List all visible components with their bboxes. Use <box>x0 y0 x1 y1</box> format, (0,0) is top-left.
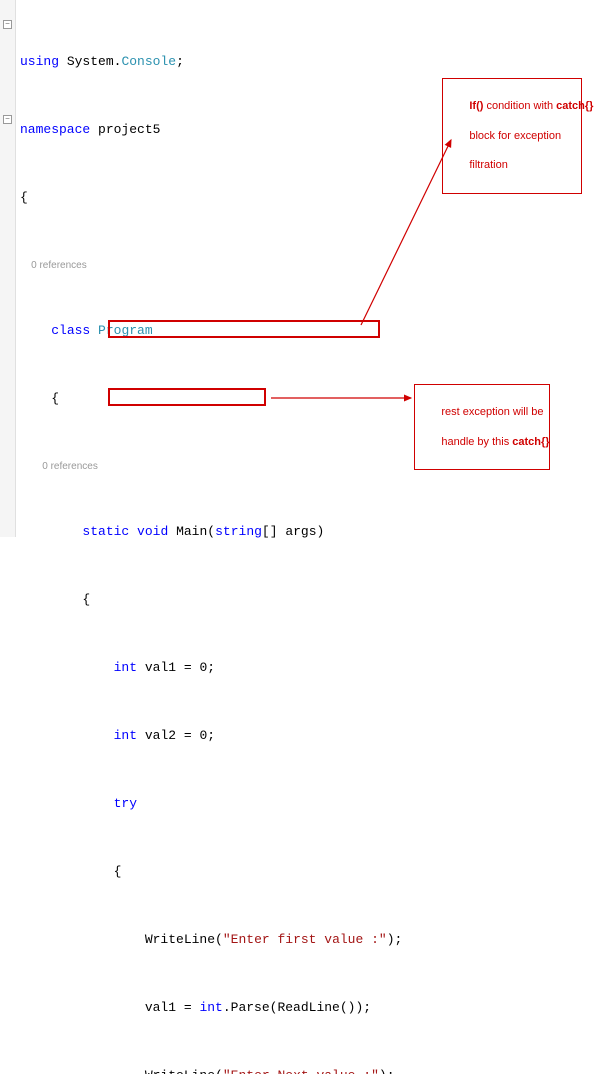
var-decl: val1 = 0; <box>145 660 215 675</box>
call: WriteLine <box>145 1068 215 1074</box>
fold-gutter <box>0 0 16 537</box>
namespace-name: project5 <box>98 122 160 137</box>
code-editor: using System.Console; namespace project5… <box>0 0 601 537</box>
kw-namespace: namespace <box>20 122 90 137</box>
annotation-if-catch: If() condition with catch{} block for ex… <box>442 78 582 194</box>
class-name: Program <box>98 323 153 338</box>
code-content[interactable]: using System.Console; namespace project5… <box>16 0 601 537</box>
string-literal: "Enter Next value :" <box>223 1068 379 1074</box>
fold-toggle[interactable] <box>3 115 12 124</box>
ns-part: System <box>67 54 114 69</box>
kw-try: try <box>114 796 137 811</box>
ns-part: Console <box>121 54 176 69</box>
code-lens-references[interactable]: 0 references <box>20 257 601 271</box>
call: WriteLine <box>145 932 215 947</box>
kw-using: using <box>20 54 59 69</box>
call: ReadLine <box>277 1000 339 1015</box>
kw-int: int <box>114 728 137 743</box>
annotation-rest-catch: rest exception will be handle by this ca… <box>414 384 550 470</box>
var-decl: val2 = 0; <box>145 728 215 743</box>
assign: val1 = <box>145 1000 200 1015</box>
kw-int: int <box>199 1000 222 1015</box>
string-literal: "Enter first value :" <box>223 932 387 947</box>
fold-toggle[interactable] <box>3 20 12 29</box>
kw-class: class <box>51 323 90 338</box>
kw-int: int <box>114 660 137 675</box>
